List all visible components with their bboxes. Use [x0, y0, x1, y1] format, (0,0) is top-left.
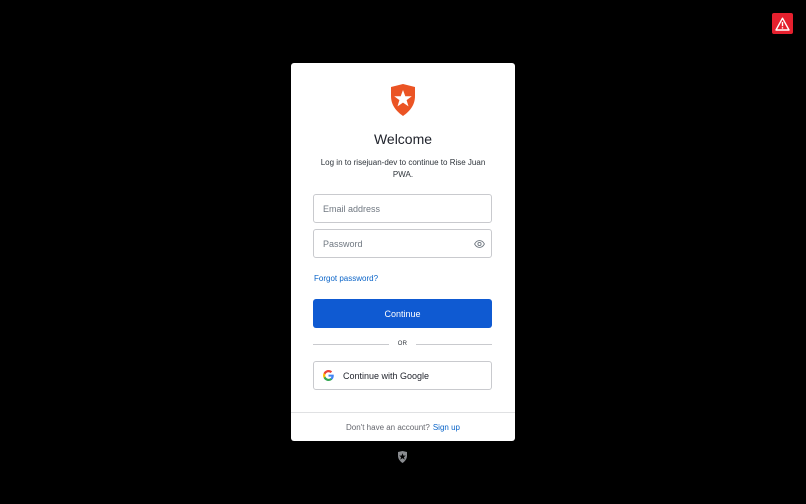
- login-description: Log in to risejuan-dev to continue to Ri…: [320, 158, 486, 179]
- login-card: Welcome Log in to risejuan-dev to contin…: [291, 63, 515, 441]
- google-button-label: Continue with Google: [343, 370, 430, 381]
- page: Welcome Log in to risejuan-dev to contin…: [0, 0, 806, 504]
- signup-footer: Don't have an account? Sign up: [291, 412, 515, 441]
- warning-button[interactable]: [772, 13, 793, 34]
- auth0-badge-icon: [398, 451, 407, 463]
- password-field-wrapper: [313, 229, 492, 258]
- signup-link[interactable]: Sign up: [433, 423, 460, 432]
- page-title: Welcome: [373, 131, 433, 147]
- warning-icon: [775, 17, 790, 31]
- or-divider: OR: [313, 339, 493, 349]
- signup-prompt: Don't have an account?: [346, 422, 430, 432]
- eye-icon: [473, 240, 485, 248]
- divider-line-left: [313, 343, 389, 345]
- divider-label: OR: [397, 341, 408, 347]
- continue-button[interactable]: Continue: [313, 299, 492, 328]
- divider-line-right: [416, 343, 493, 345]
- forgot-password-link[interactable]: Forgot password?: [314, 274, 378, 284]
- show-password-toggle[interactable]: [473, 238, 485, 250]
- continue-with-google-button[interactable]: Continue with Google: [313, 361, 492, 390]
- email-field-wrapper: [313, 194, 492, 223]
- google-icon: [323, 370, 334, 381]
- password-input[interactable]: [314, 230, 491, 257]
- email-input[interactable]: [314, 195, 491, 222]
- auth0-shield-icon: [391, 84, 415, 116]
